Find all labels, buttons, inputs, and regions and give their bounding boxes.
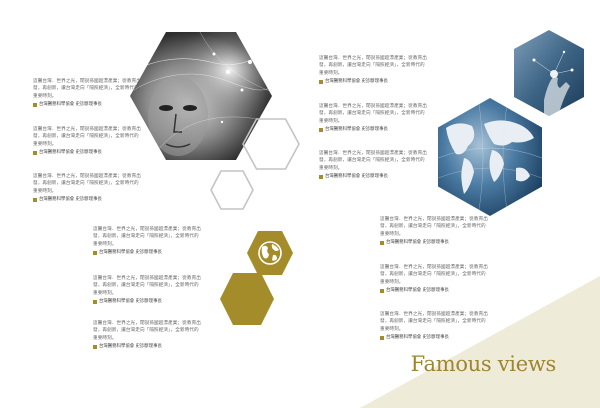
gold-bullet (93, 251, 97, 256)
quote-text: 這醫台灣．世界之光，閉說孫國超漂產業；從教育出發，再創新，讓台灣走向「隔照經濟」… (319, 104, 427, 124)
gold-hexagon (220, 273, 274, 325)
quote-text: 這醫台灣．世界之光，閉說孫國超漂產業；從教育出發，再創新，讓台灣走向「隔照經濟」… (380, 265, 488, 285)
quote-attribution: 台灣醫務科學協會 史診斷理事長 (33, 102, 143, 108)
quote-block: 這醫台灣．世界之光，閉說孫國超漂產業；從教育出發，再創新，讓台灣走向「隔照經濟」… (319, 103, 429, 133)
quote-text: 這醫台灣．世界之光，閉說孫國超漂產業；從教育出發，再創新，讓台灣走向「隔照經濟」… (319, 56, 427, 76)
quote-attribution: 台灣醫務科學協會 史診斷理事長 (380, 240, 490, 246)
quote-attribution: 台灣醫務科學協會 史診斷理事長 (380, 335, 490, 341)
quote-block: 這醫台灣．世界之光，閉說孫國超漂產業；從教育出發，再創新，讓台灣走向「隔照經濟」… (319, 150, 429, 180)
attribution-label: 台灣醫務科學協會 史診斷理事長 (386, 335, 449, 341)
brochure-spread: 這醫台灣．世界之光，閉說孫國超漂產業；從教育出發，再創新，讓台灣走向「隔照經濟」… (0, 0, 600, 408)
gold-hexagon-globe (247, 231, 293, 275)
gold-bullet (380, 289, 384, 294)
quote-attribution: 台灣醫務科學協會 史診斷理事長 (33, 197, 143, 203)
attribution-label: 台灣醫務科學協會 史診斷理事長 (39, 102, 102, 108)
gold-bullet (33, 198, 37, 203)
world-map-photo-hexagon (438, 98, 542, 216)
attribution-label: 台灣醫務科學協會 史診斷理事長 (386, 288, 449, 294)
quote-attribution: 台灣醫務科學協會 史診斷理事長 (93, 344, 203, 350)
famous-views-heading: Famous views (410, 352, 557, 376)
quote-block: 這醫台灣．世界之光，閉說孫國超漂產業；從教育出發，再創新，讓台灣走向「隔照經濟」… (93, 275, 203, 305)
quote-attribution: 台灣醫務科學協會 史診斷理事長 (319, 79, 429, 85)
outline-hexagon-large (242, 118, 300, 170)
attribution-label: 台灣醫務科學協會 史診斷理事長 (325, 127, 388, 133)
quote-text: 這醫台灣．世界之光，閉說孫國超漂產業；從教育出發，再創新，讓台灣走向「隔照經濟」… (93, 321, 201, 341)
attribution-label: 台灣醫務科學協會 史診斷理事長 (39, 197, 102, 203)
quote-text: 這醫台灣．世界之光，閉說孫國超漂產業；從教育出發，再創新，讓台灣走向「隔照經濟」… (33, 127, 141, 147)
quote-attribution: 台灣醫務科學協會 史診斷理事長 (319, 127, 429, 133)
quote-text: 這醫台灣．世界之光，閉說孫國超漂產業；從教育出發，再創新，讓台灣走向「隔照經濟」… (319, 151, 427, 171)
gold-bullet (380, 241, 384, 246)
gold-bullet (33, 103, 37, 108)
attribution-label: 台灣醫務科學協會 史診斷理事長 (39, 150, 102, 156)
quote-text: 這醫台灣．世界之光，閉說孫國超漂產業；從教育出發，再創新，讓台灣走向「隔照經濟」… (33, 174, 141, 194)
quote-block: 這醫台灣．世界之光，閉說孫國超漂產業；從教育出發，再創新，讓台灣走向「隔照經濟」… (380, 264, 490, 294)
quote-attribution: 台灣醫務科學協會 史診斷理事長 (33, 150, 143, 156)
gold-bullet (319, 80, 323, 85)
attribution-label: 台灣醫務科學協會 史診斷理事長 (325, 79, 388, 85)
quote-text: 這醫台灣．世界之光，閉說孫國超漂產業；從教育出發，再創新，讓台灣走向「隔照經濟」… (380, 312, 488, 332)
attribution-label: 台灣醫務科學協會 史診斷理事長 (99, 250, 162, 256)
quote-attribution: 台灣醫務科學協會 史診斷理事長 (93, 250, 203, 256)
quote-text: 這醫台灣．世界之光，閉說孫國超漂產業；從教育出發，再創新，讓台灣走向「隔照經濟」… (380, 217, 488, 237)
quote-block: 這醫台灣．世界之光，閉說孫國超漂產業；從教育出發，再創新，讓台灣走向「隔照經濟」… (93, 226, 203, 256)
attribution-label: 台灣醫務科學協會 史診斷理事長 (325, 174, 388, 180)
attribution-label: 台灣醫務科學協會 史診斷理事長 (99, 344, 162, 350)
quote-block: 這醫台灣．世界之光，閉說孫國超漂產業；從教育出發，再創新，讓台灣走向「隔照經濟」… (33, 126, 143, 156)
quote-block: 這醫台灣．世界之光，閉說孫國超漂產業；從教育出發，再創新，讓台灣走向「隔照經濟」… (33, 78, 143, 108)
gold-bullet (33, 151, 37, 156)
gold-bullet (319, 175, 323, 180)
gold-bullet (93, 345, 97, 350)
quote-block: 這醫台灣．世界之光，閉說孫國超漂產業；從教育出發，再創新，讓台灣走向「隔照經濟」… (380, 216, 490, 246)
quote-text: 這醫台灣．世界之光，閉說孫國超漂產業；從教育出發，再創新，讓台灣走向「隔照經濟」… (33, 79, 141, 99)
attribution-label: 台灣醫務科學協會 史診斷理事長 (99, 299, 162, 305)
quote-attribution: 台灣醫務科學協會 史診斷理事長 (319, 174, 429, 180)
quote-text: 這醫台灣．世界之光，閉說孫國超漂產業；從教育出發，再創新，讓台灣走向「隔照經濟」… (93, 276, 201, 296)
quote-block: 這醫台灣．世界之光，閉說孫國超漂產業；從教育出發，再創新，讓台灣走向「隔照經濟」… (380, 311, 490, 341)
gold-bullet (93, 300, 97, 305)
attribution-label: 台灣醫務科學協會 史診斷理事長 (386, 240, 449, 246)
outline-hexagon-small (210, 170, 254, 210)
quote-attribution: 台灣醫務科學協會 史診斷理事長 (93, 299, 203, 305)
quote-block: 這醫台灣．世界之光，閉說孫國超漂產業；從教育出發，再創新，讓台灣走向「隔照經濟」… (93, 320, 203, 350)
quote-attribution: 台灣醫務科學協會 史診斷理事長 (380, 288, 490, 294)
quote-text: 這醫台灣．世界之光，閉說孫國超漂產業；從教育出發，再創新，讓台灣走向「隔照經濟」… (93, 227, 201, 247)
quote-block: 這醫台灣．世界之光，閉說孫國超漂產業；從教育出發，再創新，讓台灣走向「隔照經濟」… (33, 173, 143, 203)
cream-triangle (360, 276, 600, 408)
quote-block: 這醫台灣．世界之光，閉說孫國超漂產業；從教育出發，再創新，讓台灣走向「隔照經濟」… (319, 55, 429, 85)
gold-bullet (319, 128, 323, 133)
gold-bullet (380, 336, 384, 341)
